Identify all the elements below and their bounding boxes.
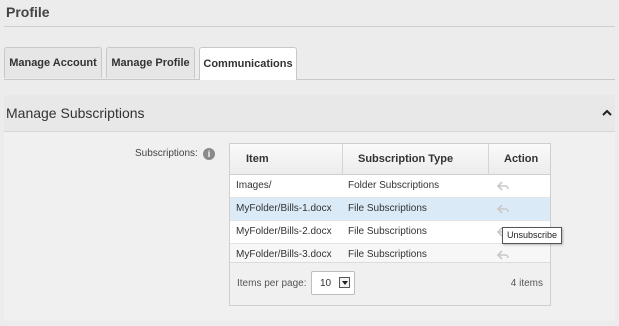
items-per-page-value: 10 [320, 278, 332, 289]
column-header-item[interactable]: Item [246, 144, 269, 174]
type-cell: File Subscriptions [348, 203, 427, 214]
subscriptions-label: Subscriptions: [135, 148, 198, 159]
items-per-page-label: Items per page: [237, 278, 307, 289]
column-header-action[interactable]: Action [504, 144, 538, 174]
unsubscribe-arrow-icon[interactable] [496, 180, 510, 192]
subscriptions-table: Item Subscription Type Action Images/ Fo… [229, 143, 551, 306]
unsubscribe-tooltip: Unsubscribe [502, 227, 563, 244]
unsubscribe-arrow-icon[interactable] [496, 203, 510, 215]
page-title: Profile [6, 4, 50, 20]
column-divider [342, 144, 343, 174]
item-cell: MyFolder/Bills-2.docx [236, 226, 332, 237]
chevron-down-icon[interactable] [339, 277, 350, 288]
table-footer: Items per page: 10 4 items [230, 262, 550, 305]
type-cell: Folder Subscriptions [348, 180, 440, 191]
table-row[interactable]: MyFolder/Bills-1.docx File Subscriptions [230, 198, 550, 221]
tab-communications[interactable]: Communications [199, 47, 297, 80]
section-title: Manage Subscriptions [6, 105, 145, 121]
manage-subscriptions-panel: Manage Subscriptions Subscriptions: i It… [4, 95, 615, 321]
info-icon[interactable]: i [203, 148, 215, 160]
table-header: Item Subscription Type Action [230, 144, 550, 175]
item-cell: MyFolder/Bills-1.docx [236, 203, 332, 214]
chevron-up-icon[interactable] [601, 107, 613, 119]
tab-manage-account[interactable]: Manage Account [4, 47, 102, 78]
section-header[interactable]: Manage Subscriptions [4, 95, 615, 132]
item-cell: Images/ [236, 180, 272, 191]
unsubscribe-arrow-icon[interactable] [496, 249, 510, 261]
items-count: 4 items [510, 278, 543, 289]
column-header-subscription-type[interactable]: Subscription Type [358, 144, 453, 174]
tabs-divider [4, 79, 615, 80]
tab-bar: Manage Account Manage Profile Communicat… [4, 47, 615, 80]
table-row[interactable]: Images/ Folder Subscriptions [230, 175, 550, 198]
type-cell: File Subscriptions [348, 226, 427, 237]
tab-manage-profile[interactable]: Manage Profile [106, 47, 195, 78]
column-divider [488, 144, 489, 174]
title-divider [4, 26, 615, 27]
items-per-page-select[interactable]: 10 [311, 271, 355, 295]
